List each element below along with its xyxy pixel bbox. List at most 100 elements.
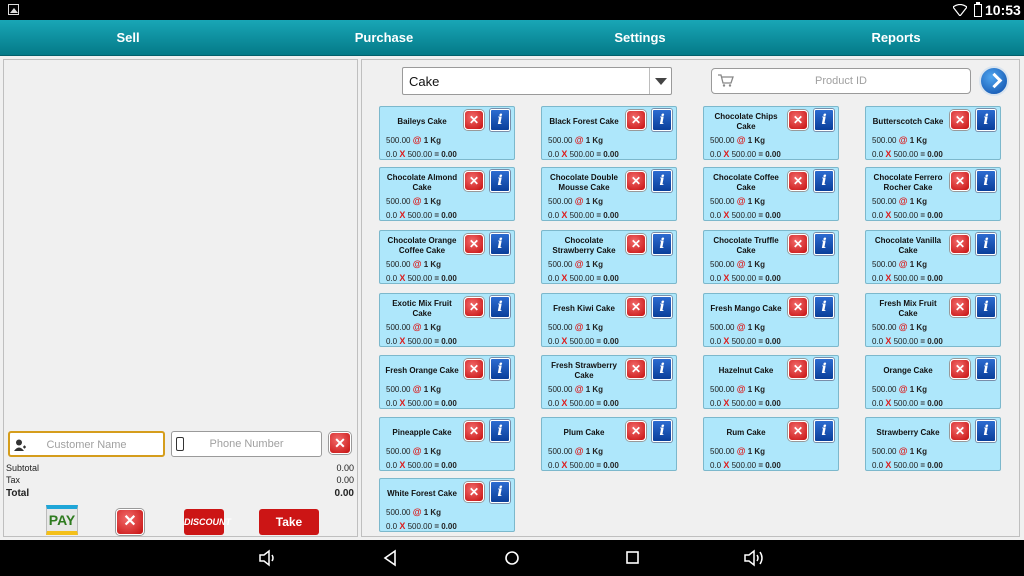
info-icon[interactable]: i — [814, 296, 834, 318]
remove-product-button[interactable]: ✕ — [626, 110, 646, 130]
product-card[interactable]: Rum Cake ✕ i 500.00 @ 1 Kg 0.0 X 500.00 = 0.… — [703, 417, 839, 471]
info-icon[interactable]: i — [490, 233, 510, 255]
product-card[interactable]: White Forest Cake ✕ i 500.00 @ 1 Kg 0.0 X 50… — [379, 478, 515, 532]
product-card[interactable]: Fresh Mango Cake ✕ i 500.00 @ 1 Kg 0.0 X 500… — [703, 293, 839, 347]
product-card[interactable]: Chocolate Orange Coffee Cake ✕ i 500.00 @ 1… — [379, 230, 515, 284]
remove-product-button[interactable]: ✕ — [950, 359, 970, 379]
clear-customer-button[interactable]: ✕ — [329, 432, 351, 454]
product-id-search[interactable]: Product ID — [711, 68, 971, 94]
remove-product-button[interactable]: ✕ — [464, 421, 484, 441]
at-symbol: @ — [574, 259, 584, 269]
home-icon[interactable] — [501, 548, 523, 568]
category-dropdown[interactable]: Cake — [402, 67, 672, 95]
info-icon[interactable]: i — [490, 420, 510, 442]
recents-icon[interactable] — [622, 548, 644, 568]
info-icon[interactable]: i — [652, 358, 672, 380]
product-card[interactable]: Chocolate Coffee Cake ✕ i 500.00 @ 1 Kg 0.0 … — [703, 167, 839, 221]
product-card[interactable]: Chocolate Almond Cake ✕ i 500.00 @ 1 Kg 0.0 … — [379, 167, 515, 221]
product-card[interactable]: Chocolate Truffle Cake ✕ i 500.00 @ 1 Kg 0.0… — [703, 230, 839, 284]
remove-product-button[interactable]: ✕ — [788, 171, 808, 191]
product-card[interactable]: Black Forest Cake ✕ i 500.00 @ 1 Kg 0.0 X 50… — [541, 106, 677, 160]
product-card[interactable]: Butterscotch Cake ✕ i 500.00 @ 1 Kg 0.0 X 50… — [865, 106, 1001, 160]
product-card[interactable]: Fresh Mix Fruit Cake ✕ i 500.00 @ 1 Kg 0.0 X… — [865, 293, 1001, 347]
remove-product-button[interactable]: ✕ — [788, 421, 808, 441]
info-icon[interactable]: i — [814, 170, 834, 192]
remove-product-button[interactable]: ✕ — [626, 421, 646, 441]
remove-product-button[interactable]: ✕ — [626, 359, 646, 379]
remove-product-button[interactable]: ✕ — [464, 234, 484, 254]
info-icon[interactable]: i — [490, 358, 510, 380]
info-icon[interactable]: i — [976, 233, 996, 255]
info-icon[interactable]: i — [490, 170, 510, 192]
product-card[interactable]: Chocolate Chips Cake ✕ i 500.00 @ 1 Kg 0.0 X… — [703, 106, 839, 160]
phone-number-field[interactable]: Phone Number — [171, 431, 322, 457]
info-icon[interactable]: i — [490, 109, 510, 131]
info-icon[interactable]: i — [976, 420, 996, 442]
remove-product-button[interactable]: ✕ — [788, 110, 808, 130]
tab-reports[interactable]: Reports — [768, 20, 1024, 56]
product-card[interactable]: Orange Cake ✕ i 500.00 @ 1 Kg 0.0 X 500.00 =… — [865, 355, 1001, 409]
remove-product-button[interactable]: ✕ — [464, 297, 484, 317]
info-icon[interactable]: i — [976, 109, 996, 131]
info-icon[interactable]: i — [490, 481, 510, 503]
info-icon[interactable]: i — [652, 233, 672, 255]
pay-button[interactable]: PAY — [46, 505, 78, 535]
product-line-total: 0.0 X 500.00 = 0.00 — [548, 460, 619, 470]
info-icon[interactable]: i — [976, 358, 996, 380]
info-icon[interactable]: i — [814, 358, 834, 380]
remove-product-button[interactable]: ✕ — [950, 297, 970, 317]
remove-product-button[interactable]: ✕ — [950, 171, 970, 191]
product-card[interactable]: Baileys Cake ✕ i 500.00 @ 1 Kg 0.0 X 500.00 … — [379, 106, 515, 160]
product-card[interactable]: Chocolate Ferrero Rocher Cake ✕ i 500.00 @ … — [865, 167, 1001, 221]
info-icon[interactable]: i — [814, 420, 834, 442]
android-nav-bar — [0, 540, 1024, 576]
remove-product-button[interactable]: ✕ — [950, 421, 970, 441]
discount-button[interactable]: DISCOUNT — [184, 509, 231, 535]
remove-product-button[interactable]: ✕ — [626, 171, 646, 191]
remove-product-button[interactable]: ✕ — [464, 482, 484, 502]
take-order-button[interactable]: Take Order — [259, 509, 319, 555]
product-line-total: 0.0 X 500.00 = 0.00 — [872, 149, 943, 159]
tab-settings[interactable]: Settings — [512, 20, 768, 56]
info-icon[interactable]: i — [652, 296, 672, 318]
product-card[interactable]: Fresh Kiwi Cake ✕ i 500.00 @ 1 Kg 0.0 X 500.… — [541, 293, 677, 347]
tab-sell[interactable]: Sell — [0, 20, 256, 56]
remove-product-button[interactable]: ✕ — [950, 110, 970, 130]
product-card[interactable]: Exotic Mix Fruit Cake ✕ i 500.00 @ 1 Kg 0.0 … — [379, 293, 515, 347]
remove-product-button[interactable]: ✕ — [464, 359, 484, 379]
product-card[interactable]: Fresh Orange Cake ✕ i 500.00 @ 1 Kg 0.0 X 50… — [379, 355, 515, 409]
product-card[interactable]: Fresh Strawberry Cake ✕ i 500.00 @ 1 Kg 0.0 … — [541, 355, 677, 409]
cancel-order-button[interactable]: ✕ — [116, 509, 144, 535]
info-icon[interactable]: i — [814, 109, 834, 131]
remove-product-button[interactable]: ✕ — [464, 110, 484, 130]
product-card[interactable]: Hazelnut Cake ✕ i 500.00 @ 1 Kg 0.0 X 500.00… — [703, 355, 839, 409]
product-card[interactable]: Chocolate Strawberry Cake ✕ i 500.00 @ 1 Kg… — [541, 230, 677, 284]
product-card[interactable]: Plum Cake ✕ i 500.00 @ 1 Kg 0.0 X 500.00 = 0… — [541, 417, 677, 471]
back-icon[interactable] — [380, 548, 402, 568]
remove-product-button[interactable]: ✕ — [464, 171, 484, 191]
go-arrow-button[interactable] — [979, 66, 1009, 96]
info-icon[interactable]: i — [652, 170, 672, 192]
info-icon[interactable]: i — [976, 170, 996, 192]
chevron-down-icon[interactable] — [649, 68, 671, 94]
tab-purchase[interactable]: Purchase — [256, 20, 512, 56]
remove-product-button[interactable]: ✕ — [950, 234, 970, 254]
volume-up-icon[interactable] — [743, 548, 765, 568]
remove-product-button[interactable]: ✕ — [788, 234, 808, 254]
info-icon[interactable]: i — [652, 109, 672, 131]
product-card[interactable]: Chocolate Vanilla Cake ✕ i 500.00 @ 1 Kg 0.0… — [865, 230, 1001, 284]
info-icon[interactable]: i — [976, 296, 996, 318]
product-card[interactable]: Pineapple Cake ✕ i 500.00 @ 1 Kg 0.0 X 500.0… — [379, 417, 515, 471]
remove-product-button[interactable]: ✕ — [626, 297, 646, 317]
volume-down-icon[interactable] — [257, 548, 279, 568]
info-icon[interactable]: i — [490, 296, 510, 318]
price-value: 500.00 — [386, 136, 411, 145]
info-icon[interactable]: i — [652, 420, 672, 442]
product-card[interactable]: Strawberry Cake ✕ i 500.00 @ 1 Kg 0.0 X 500.… — [865, 417, 1001, 471]
remove-product-button[interactable]: ✕ — [788, 359, 808, 379]
remove-product-button[interactable]: ✕ — [626, 234, 646, 254]
product-card[interactable]: Chocolate Double Mousse Cake ✕ i 500.00 @ 1… — [541, 167, 677, 221]
remove-product-button[interactable]: ✕ — [788, 297, 808, 317]
info-icon[interactable]: i — [814, 233, 834, 255]
customer-name-field[interactable]: Customer Name — [8, 431, 165, 457]
